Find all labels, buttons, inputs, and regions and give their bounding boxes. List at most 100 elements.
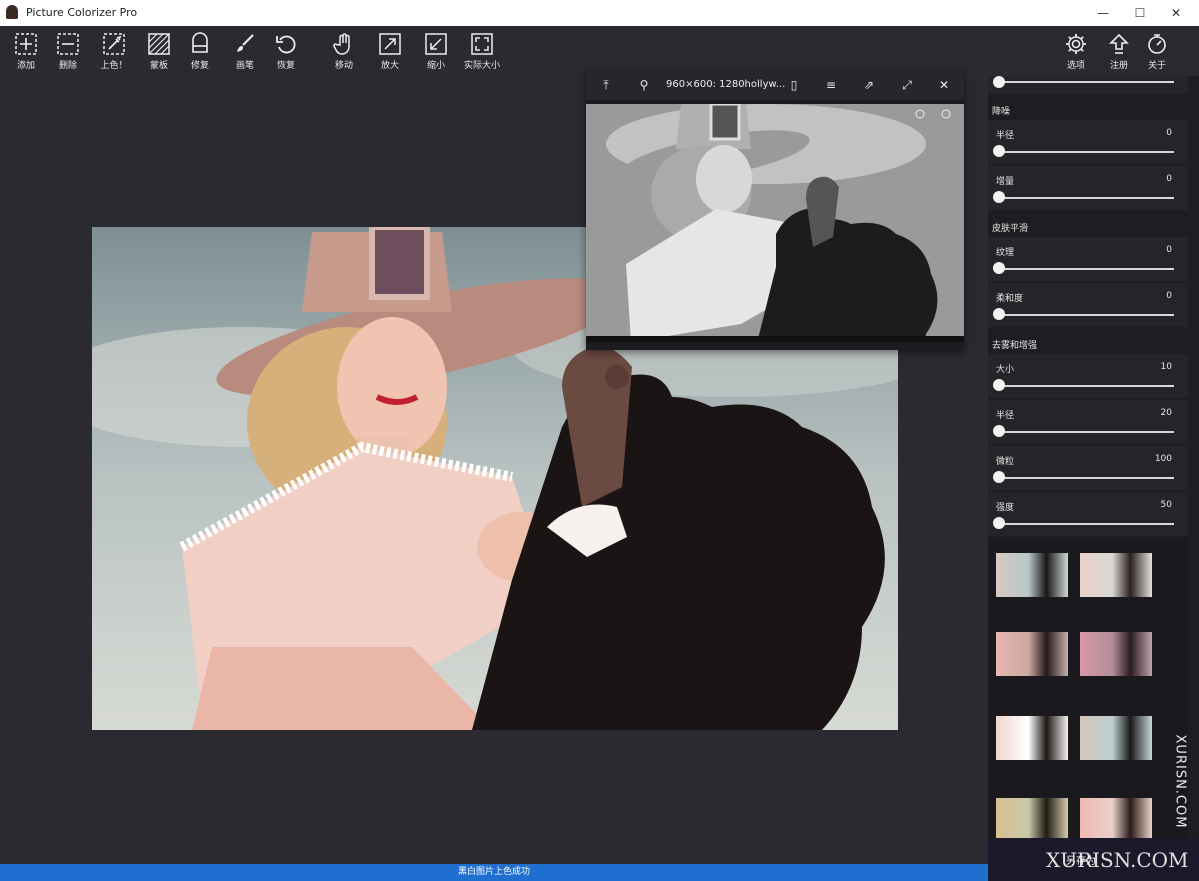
- preset-thumbnail[interactable]: [996, 553, 1068, 597]
- undo-icon: [276, 35, 296, 54]
- fullscreen-toggle-icon[interactable]: ⤢: [899, 77, 915, 93]
- status-message: 黑白图片上色成功: [457, 867, 530, 877]
- slider-value: 20: [1160, 408, 1172, 418]
- slider-dehaze-grain[interactable]: 微粒 100: [988, 446, 1188, 490]
- mask-button[interactable]: 蒙板: [143, 32, 175, 71]
- preset-thumbnail[interactable]: [1080, 798, 1152, 842]
- preset-thumbnail[interactable]: [1080, 632, 1152, 676]
- slider-denoise-radius[interactable]: 半径 0: [988, 120, 1188, 164]
- shrink-icon: [425, 33, 447, 55]
- mask-label: 蒙板: [149, 61, 168, 71]
- zoom-out-label: 缩小: [426, 61, 445, 71]
- slider-knob[interactable]: [993, 262, 1005, 274]
- slider-label: 增量: [996, 177, 1015, 187]
- slider-skin-softness[interactable]: 柔和度 0: [988, 283, 1188, 327]
- slider-knob[interactable]: [993, 517, 1005, 529]
- slider-track[interactable]: [998, 431, 1174, 433]
- slider-track[interactable]: [998, 268, 1174, 270]
- section-title-skin: 皮肤平滑: [992, 224, 1029, 234]
- app-title: Picture Colorizer Pro: [26, 6, 138, 19]
- slider-value: 0: [1166, 128, 1172, 138]
- eraser-icon: [192, 32, 208, 53]
- upload-arrow-icon: [1109, 33, 1129, 54]
- move-label: 移动: [334, 61, 353, 71]
- actual-size-button[interactable]: 实际大小: [462, 32, 502, 71]
- slider-track[interactable]: [998, 385, 1174, 387]
- slider-track[interactable]: [998, 197, 1174, 199]
- slider-knob[interactable]: [993, 379, 1005, 391]
- slider-knob[interactable]: [993, 308, 1005, 320]
- save-as-label[interactable]: 另存为: [1066, 852, 1096, 867]
- title-bar: Picture Colorizer Pro — ☐ ✕: [0, 0, 1199, 26]
- slider-label: 半径: [996, 411, 1015, 421]
- preset-thumbnails: [988, 540, 1188, 864]
- slider-label: 大小: [996, 365, 1015, 375]
- slider-denoise-amount[interactable]: 增量 0: [988, 166, 1188, 210]
- slider-track[interactable]: [998, 523, 1174, 525]
- move-button[interactable]: 移动: [328, 32, 360, 71]
- preview-title: 960×600: 1280hollyw...: [666, 79, 786, 90]
- brush-button[interactable]: 画笔: [229, 32, 261, 71]
- repair-button[interactable]: 修复: [184, 32, 216, 71]
- slider-knob[interactable]: [993, 471, 1005, 483]
- slider-value: 0: [1166, 245, 1172, 255]
- slider-label: 强度: [996, 503, 1015, 513]
- mask-hatch-icon: [148, 33, 170, 55]
- pin-top-icon[interactable]: ⤒: [598, 77, 614, 93]
- slider-value: 10: [1160, 362, 1172, 372]
- zoom-out-button[interactable]: 缩小: [420, 32, 452, 71]
- add-button[interactable]: 添加: [10, 32, 42, 71]
- slider-knob[interactable]: [993, 425, 1005, 437]
- actual-size-label: 实际大小: [463, 61, 500, 71]
- about-label: 关于: [1147, 61, 1166, 71]
- slider-row-top[interactable]: [988, 76, 1188, 94]
- section-title-dehaze: 去雾和增强: [992, 341, 1038, 351]
- slider-dehaze-size[interactable]: 大小 10: [988, 354, 1188, 398]
- status-bar: 黑白图片上色成功: [0, 864, 988, 881]
- main-toolbar: 添加 删除 上色！ 蒙板 修复 画笔 恢复 移动 放大 缩小 实际大小 选项 注…: [0, 26, 1199, 76]
- preset-thumbnail[interactable]: [996, 632, 1068, 676]
- options-button[interactable]: 选项: [1060, 32, 1092, 71]
- preset-thumbnail[interactable]: [996, 798, 1068, 842]
- gear-icon: [1066, 34, 1086, 54]
- register-button[interactable]: 注册: [1103, 32, 1135, 71]
- preview-window[interactable]: ⤒ ⚲ 960×600: 1280hollyw... ▯ ≡ ⇗ ⤢ ✕: [586, 70, 964, 350]
- preset-thumbnail[interactable]: [1080, 716, 1152, 760]
- share-icon[interactable]: ⇗: [861, 77, 877, 93]
- list-icon[interactable]: ≡: [823, 77, 839, 93]
- restore-button[interactable]: 恢复: [270, 32, 302, 71]
- slider-knob[interactable]: [993, 191, 1005, 203]
- delete-button[interactable]: 删除: [52, 32, 84, 71]
- slider-knob[interactable]: [993, 76, 1005, 88]
- slider-dehaze-strength[interactable]: 强度 50: [988, 492, 1188, 536]
- slider-track[interactable]: [998, 314, 1174, 316]
- preset-thumbnail[interactable]: [1080, 553, 1152, 597]
- slider-value: 100: [1154, 454, 1172, 464]
- zoom-in-label: 放大: [380, 61, 399, 71]
- colorize-button[interactable]: 上色！: [96, 32, 132, 71]
- slider-track[interactable]: [998, 477, 1174, 479]
- slider-skin-texture[interactable]: 纹理 0: [988, 237, 1188, 281]
- close-window-button[interactable]: ✕: [1153, 0, 1199, 26]
- add-label: 添加: [16, 61, 35, 71]
- repair-label: 修复: [190, 61, 209, 71]
- slider-label: 柔和度: [996, 294, 1024, 304]
- expand-icon: [379, 33, 401, 55]
- app-logo-icon: [6, 5, 18, 19]
- pin-icon[interactable]: ⚲: [636, 77, 652, 93]
- slider-label: 微粒: [996, 457, 1015, 467]
- document-icon[interactable]: ▯: [786, 77, 802, 93]
- slider-label: 半径: [996, 131, 1015, 141]
- add-icon: [15, 33, 37, 55]
- colorize-label: 上色！: [100, 61, 128, 71]
- preset-thumbnail[interactable]: [996, 716, 1068, 760]
- preview-close-icon[interactable]: ✕: [936, 77, 952, 93]
- zoom-in-button[interactable]: 放大: [374, 32, 406, 71]
- about-button[interactable]: 关于: [1141, 32, 1173, 71]
- fullscreen-icon: [471, 33, 493, 55]
- slider-label: 纹理: [996, 248, 1015, 258]
- slider-knob[interactable]: [993, 145, 1005, 157]
- slider-track[interactable]: [998, 151, 1174, 153]
- slider-dehaze-radius[interactable]: 半径 20: [988, 400, 1188, 444]
- section-title-denoise: 降噪: [992, 107, 1011, 117]
